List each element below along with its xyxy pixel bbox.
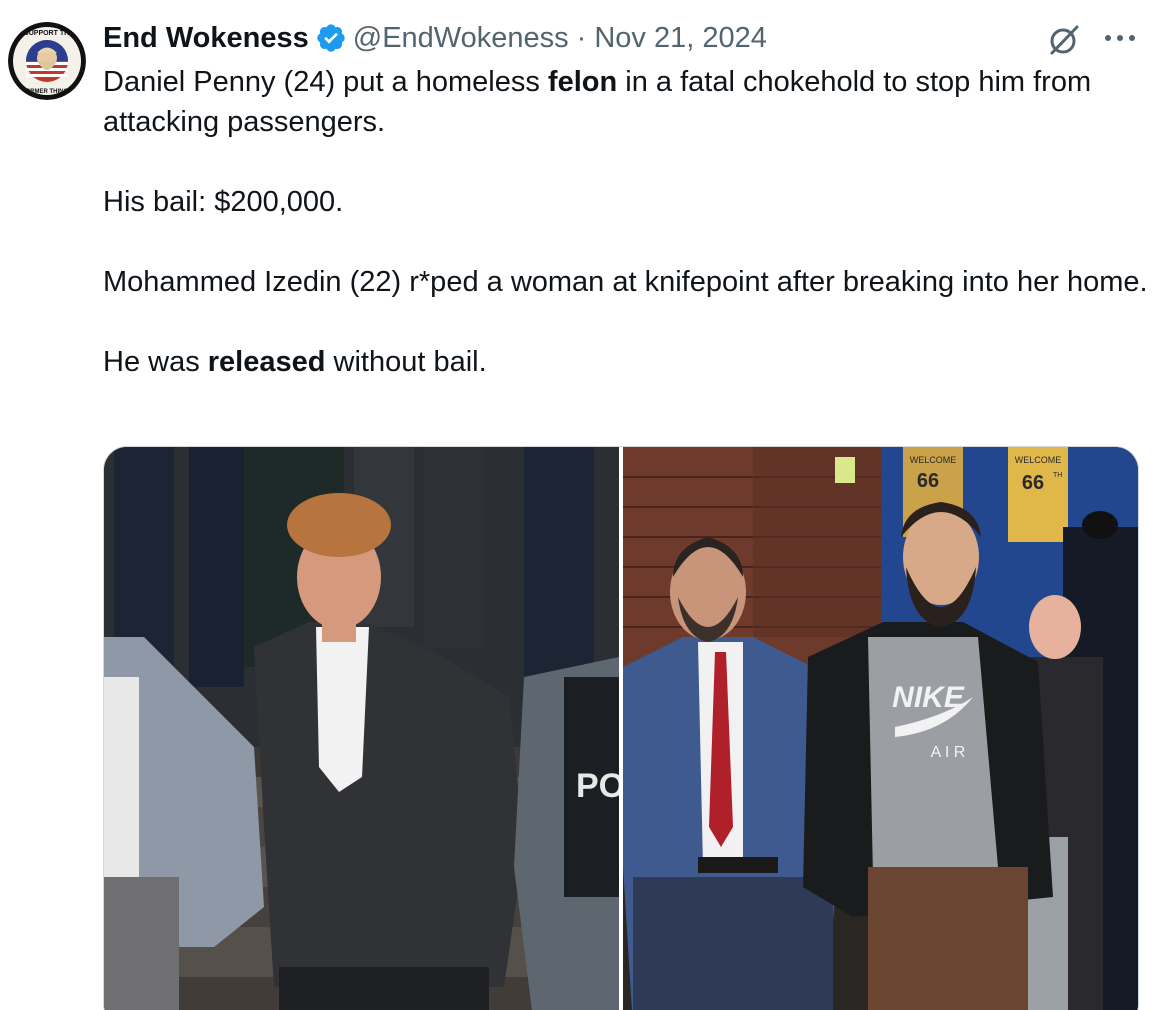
- sign-left-welcome: WELCOME: [910, 455, 957, 465]
- sign-right-suffix: TH: [1053, 472, 1062, 479]
- tweet-media[interactable]: POL: [103, 446, 1139, 1010]
- display-name[interactable]: End Wokeness: [103, 22, 309, 55]
- sign-right-number: 66: [1022, 472, 1044, 494]
- avatar-text-bottom: FORMER THINGS: [22, 89, 72, 95]
- verified-badge-icon: [315, 22, 347, 54]
- tweet-card: I SUPPORT THE FORMER THINGS End Wokeness…: [0, 0, 1170, 1010]
- author-avatar[interactable]: I SUPPORT THE FORMER THINGS: [8, 22, 86, 100]
- tweet-date[interactable]: Nov 21, 2024: [594, 22, 767, 55]
- media-photo-left[interactable]: POL: [104, 447, 619, 1010]
- media-photo-right[interactable]: WELCOME 66 WELCOME 66 TH NIKE A I R: [623, 447, 1138, 1010]
- tweet-paragraph-3: Mohammed Izedin (22) r*ped a woman at kn…: [103, 266, 1148, 298]
- tweet-paragraph-1: Daniel Penny (24) put a homeless felon i…: [103, 66, 1092, 138]
- tweet-paragraph-4: He was released without bail.: [103, 346, 487, 378]
- grok-icon[interactable]: [1046, 22, 1082, 58]
- left-photo-signage: POL: [576, 767, 619, 805]
- tweet-header: End Wokeness @EndWokeness · Nov 21, 2024: [103, 18, 767, 58]
- shirt-sub-text: A I R: [931, 744, 966, 761]
- sign-left-number: 66: [917, 470, 939, 492]
- author-handle[interactable]: @EndWokeness: [353, 22, 569, 55]
- tweet-text: Daniel Penny (24) put a homeless felon i…: [103, 62, 1153, 382]
- tweet-paragraph-2: His bail: $200,000.: [103, 186, 344, 218]
- avatar-text-top: I SUPPORT THE: [20, 30, 74, 37]
- header-separator: ·: [576, 21, 587, 54]
- more-horizontal-icon[interactable]: [1100, 22, 1140, 54]
- sign-right-welcome: WELCOME: [1015, 455, 1062, 465]
